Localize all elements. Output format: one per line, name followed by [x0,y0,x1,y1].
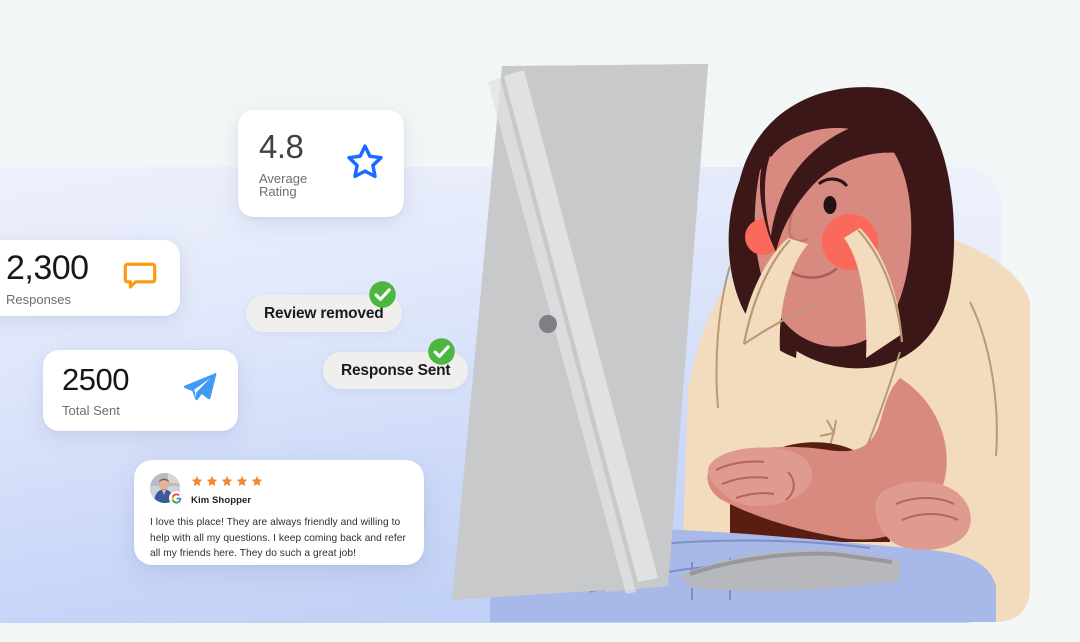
review-text: I love this place! They are always frien… [150,517,406,559]
stat-value: 4.8 [259,127,304,165]
stat-label: Average Rating [259,170,308,199]
reviewer-name: Kim Shopper [191,495,252,506]
star-filled-icon [236,474,248,492]
google-g-icon [169,491,183,505]
stat-card-text: 2500 Total Sent [62,364,129,417]
screenshot-canvas: 4.8 Average Rating 2,300 Responses 2500 … [0,0,1080,642]
star-filled-icon [191,474,203,492]
star-filled-icon [206,474,218,492]
review-meta: Kim Shopper [191,473,263,506]
chat-bubble-icon [122,258,158,299]
stat-value: 2,300 [6,248,89,287]
customer-review-card[interactable]: Kim Shopper I love this place! They are … [134,460,424,565]
stat-card-responses[interactable]: 2,300 Responses [0,240,180,316]
stat-card-text: 4.8 Average Rating [259,130,346,198]
star-outline-icon [346,142,384,185]
star-rating [191,474,263,492]
avatar [150,473,183,505]
woman-at-laptop-illustration [430,52,1030,624]
paper-plane-icon [180,368,220,413]
check-circle-icon [368,280,397,309]
check-circle-icon [427,337,456,366]
stat-label: Total Sent [62,403,120,418]
stat-card-total-sent[interactable]: 2500 Total Sent [43,350,238,431]
stat-card-text: 2,300 Responses [6,251,89,306]
stat-value: 2500 [62,362,129,397]
review-header: Kim Shopper [150,473,408,506]
stat-card-average-rating[interactable]: 4.8 Average Rating [238,110,404,217]
toast-label: Review removed [264,304,384,322]
star-filled-icon [221,474,233,492]
stat-label: Responses [6,291,72,307]
star-filled-icon [251,474,263,492]
